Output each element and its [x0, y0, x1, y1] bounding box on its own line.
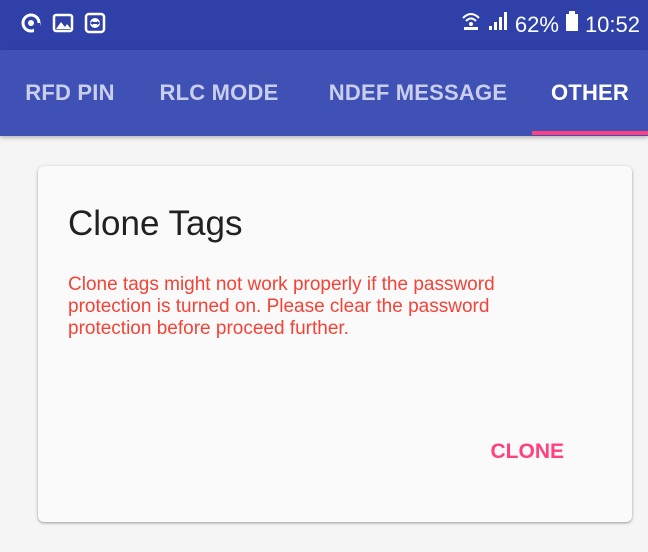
teamviewer-icon — [84, 12, 106, 34]
active-tab-indicator — [532, 131, 648, 135]
warning-line: protection before proceed further. — [68, 318, 349, 339]
tab-other[interactable]: OTHER — [532, 50, 648, 136]
battery-icon — [565, 10, 579, 39]
clone-tags-card: Clone Tags Clone tags might not work pro… — [38, 166, 632, 522]
password-protection-warning: Clone tags might not work properly if th… — [68, 274, 588, 340]
clock: 10:52 — [584, 11, 640, 37]
tab-rlc-mode[interactable]: RLC MODE — [144, 50, 294, 136]
warning-line: protection is turned on. Please clear th… — [68, 296, 490, 317]
at-sign-notification-icon — [20, 12, 42, 34]
clone-button[interactable]: CLONE — [491, 436, 565, 468]
wifi-icon — [461, 10, 481, 39]
notification-icons — [20, 12, 106, 34]
image-notification-icon — [52, 12, 74, 34]
tab-ndef-message[interactable]: NDEF MESSAGE — [312, 50, 524, 136]
card-title: Clone Tags — [68, 204, 243, 243]
warning-line: Clone tags might not work properly if th… — [68, 274, 495, 295]
signal-icon — [487, 10, 509, 39]
system-status: 62% 10:52 — [461, 10, 640, 39]
tab-bar: RFD PIN RLC MODE NDEF MESSAGE OTHER — [0, 50, 648, 136]
tab-rfd-pin[interactable]: RFD PIN — [0, 50, 140, 136]
status-bar: 62% 10:52 — [0, 0, 648, 50]
battery-percent: 62% — [514, 11, 559, 37]
